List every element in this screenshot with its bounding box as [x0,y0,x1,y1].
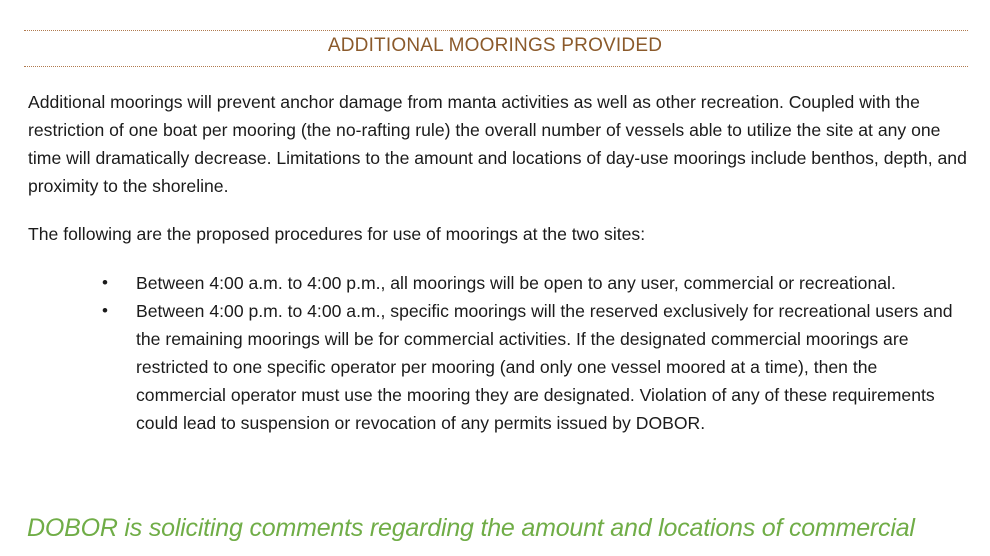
heading-bottom-rule [24,66,968,67]
comment-solicitation-callout: DOBOR is soliciting comments regarding t… [27,514,915,542]
procedures-intro-paragraph: The following are the proposed procedure… [28,224,646,244]
procedures-list: • Between 4:00 a.m. to 4:00 p.m., all mo… [0,269,990,437]
bullet-icon: • [102,301,108,320]
list-item-text: Between 4:00 a.m. to 4:00 p.m., all moor… [136,273,896,293]
bullet-icon: • [102,273,108,292]
list-item-text: Between 4:00 p.m. to 4:00 a.m., specific… [136,301,953,433]
section-heading: ADDITIONAL MOORINGS PROVIDED [327,35,663,56]
intro-paragraph: Additional moorings will prevent anchor … [28,92,967,196]
list-item: • Between 4:00 p.m. to 4:00 a.m., specif… [0,297,966,437]
heading-top-rule [24,30,968,31]
list-item: • Between 4:00 a.m. to 4:00 p.m., all mo… [0,269,966,297]
